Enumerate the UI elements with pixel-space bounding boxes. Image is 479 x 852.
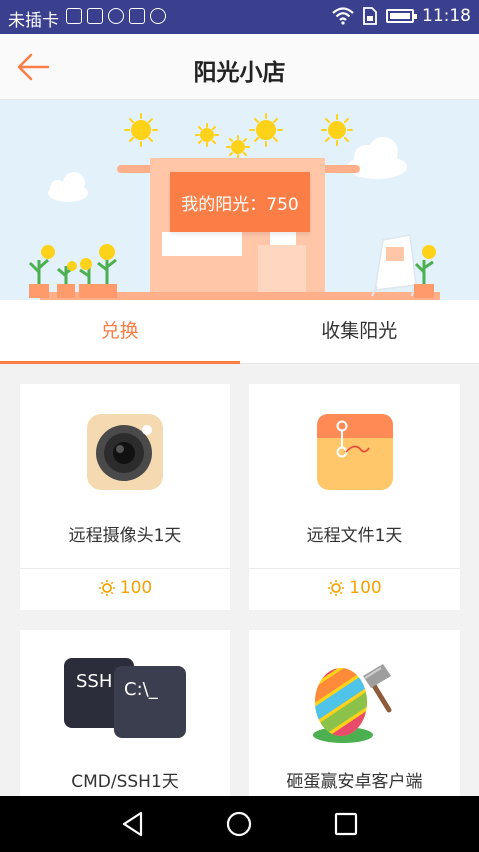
nav-recents-button[interactable] bbox=[330, 808, 362, 840]
product-name: CMD/SSH1天 bbox=[71, 772, 179, 792]
folder-icon bbox=[315, 412, 395, 492]
app-header: 阳光小店 bbox=[0, 34, 479, 100]
tab-exchange[interactable]: 兑换 bbox=[0, 300, 240, 364]
image-notification-icon bbox=[66, 8, 82, 24]
terminal-icon: SSH C:\_ bbox=[64, 658, 186, 738]
tab-bar: 兑换 收集阳光 bbox=[0, 300, 479, 364]
notification-icons bbox=[66, 8, 166, 24]
divider bbox=[249, 568, 460, 569]
sun-icon bbox=[328, 580, 345, 596]
product-name: 远程摄像头1天 bbox=[68, 526, 182, 546]
shop-banner: 我的阳光：750 bbox=[0, 100, 479, 300]
android-notification-icon bbox=[129, 8, 145, 24]
camera-icon bbox=[85, 412, 165, 492]
tab-collect-sunshine[interactable]: 收集阳光 bbox=[240, 300, 479, 363]
settings-notification-icon bbox=[150, 8, 166, 24]
ssh-label: SSH bbox=[76, 671, 113, 692]
qq-notification-icon bbox=[108, 8, 124, 24]
circle-home-icon bbox=[226, 811, 252, 837]
price-value: 100 bbox=[119, 578, 153, 598]
sun-icon bbox=[98, 580, 115, 596]
clock: 11:18 bbox=[422, 6, 471, 26]
sim-icon bbox=[363, 7, 377, 25]
product-price: 100 bbox=[20, 578, 230, 598]
cmd-prompt-label: C:\_ bbox=[124, 679, 158, 700]
android-notification-icon bbox=[87, 8, 103, 24]
product-name: 远程文件1天 bbox=[306, 526, 403, 546]
price-value: 100 bbox=[349, 578, 382, 598]
my-sunshine-badge: 我的阳光：750 bbox=[170, 172, 310, 232]
page-title: 阳光小店 bbox=[193, 60, 286, 86]
divider bbox=[20, 568, 230, 569]
product-price: 100 bbox=[249, 578, 460, 598]
product-name: 砸蛋赢安卓客户端 bbox=[286, 772, 423, 792]
triangle-back-icon bbox=[122, 811, 143, 837]
product-card-remote-camera[interactable]: 远程摄像头1天 100 bbox=[20, 384, 230, 610]
system-nav-bar bbox=[0, 796, 479, 852]
product-card-remote-file[interactable]: 远程文件1天 100 bbox=[249, 384, 460, 610]
battery-icon bbox=[386, 9, 417, 23]
wifi-icon bbox=[332, 7, 354, 25]
carrier-label: 未插卡 bbox=[8, 11, 59, 31]
square-recents-icon bbox=[334, 812, 358, 836]
status-bar: 未插卡 11:18 bbox=[0, 0, 479, 34]
nav-back-button[interactable] bbox=[117, 808, 149, 840]
egg-hammer-icon bbox=[305, 658, 405, 748]
nav-home-button[interactable] bbox=[223, 808, 255, 840]
